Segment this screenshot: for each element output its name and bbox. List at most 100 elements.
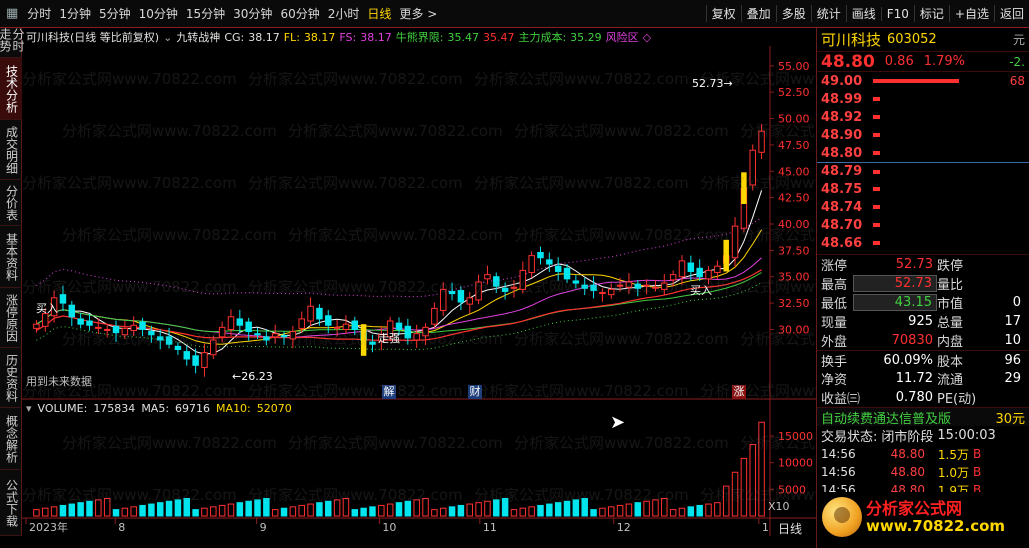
candle-body[interactable] (192, 355, 199, 366)
candle-body[interactable] (678, 260, 686, 278)
volume-bar[interactable] (271, 509, 279, 517)
candle-body[interactable] (643, 284, 650, 287)
candle-body[interactable] (271, 333, 279, 338)
tab-2hour[interactable]: 2小时 (325, 5, 363, 22)
volume-bar[interactable] (77, 502, 84, 517)
candle-body[interactable] (333, 326, 341, 329)
volume-bar[interactable] (395, 502, 403, 517)
volume-bar[interactable] (475, 502, 482, 517)
candle-body[interactable] (68, 304, 76, 318)
volume-bar[interactable] (280, 507, 288, 517)
volume-bar[interactable] (466, 503, 473, 517)
nav-formula-download[interactable]: 公式下载 (0, 470, 22, 536)
volume-bar[interactable] (139, 504, 146, 517)
tab-more[interactable]: 更多 > (396, 5, 440, 22)
volume-bar[interactable] (68, 503, 76, 517)
candle-body[interactable] (484, 274, 491, 280)
candle-body[interactable] (634, 283, 642, 289)
nav-fenshi-trend[interactable]: 分时走势 (0, 28, 25, 58)
candle-body[interactable] (466, 297, 473, 305)
volume-bar[interactable] (404, 500, 412, 517)
volume-bar[interactable] (740, 457, 748, 517)
period-label[interactable]: 日线 (778, 520, 802, 537)
volume-bar[interactable] (103, 498, 111, 517)
nav-technical-analysis[interactable]: 技术分析 (0, 58, 22, 120)
volume-bar[interactable] (652, 499, 659, 517)
candle-body[interactable] (581, 284, 588, 289)
volume-bar[interactable] (227, 503, 235, 517)
candle-body[interactable] (590, 284, 597, 291)
volume-bar[interactable] (519, 507, 527, 517)
volume-bar[interactable] (254, 499, 261, 517)
candle-body[interactable] (263, 336, 270, 341)
candle-body[interactable] (33, 323, 40, 329)
candle-body[interactable] (254, 333, 261, 336)
candle-body[interactable] (298, 318, 305, 329)
volume-bar[interactable] (121, 507, 129, 517)
overlay-button[interactable]: 叠加 (740, 5, 776, 22)
nav-price-table[interactable]: 分价表 (0, 180, 22, 226)
candle-body[interactable] (316, 307, 323, 320)
volume-bar[interactable] (607, 506, 615, 517)
volume-bar[interactable] (174, 499, 182, 517)
volume-bar[interactable] (758, 421, 765, 517)
volume-bar[interactable] (130, 506, 137, 517)
candle-body[interactable] (493, 276, 500, 287)
candle-body[interactable] (236, 318, 244, 326)
candle-body[interactable] (342, 323, 350, 330)
volume-bar[interactable] (599, 507, 606, 517)
nav-concept[interactable]: 概念解析 (0, 408, 22, 470)
volume-bar[interactable] (333, 499, 341, 517)
f10-button[interactable]: F10 (880, 6, 914, 21)
volume-bar[interactable] (722, 485, 730, 517)
volume-bar[interactable] (386, 503, 394, 517)
candle-body[interactable] (625, 281, 633, 288)
add-watchlist-button[interactable]: +自选 (948, 5, 994, 22)
candle-body[interactable] (130, 324, 137, 332)
candle-body[interactable] (501, 287, 509, 292)
volume-bar[interactable] (731, 471, 739, 517)
orderbook-row[interactable]: 48.92 (817, 108, 1029, 126)
volume-bar[interactable] (669, 509, 677, 517)
candle-body[interactable] (705, 269, 712, 280)
volume-bar[interactable] (165, 500, 173, 517)
volume-bar[interactable] (95, 499, 102, 517)
multi-stock-button[interactable]: 多股 (775, 5, 811, 22)
volume-bar[interactable] (112, 509, 120, 517)
volume-bar[interactable] (634, 502, 642, 517)
volume-bar[interactable] (192, 509, 199, 517)
volume-bar[interactable] (572, 499, 580, 517)
volume-bar[interactable] (687, 506, 695, 517)
nav-limit-reason[interactable]: 涨停原因 (0, 288, 22, 348)
candle-body[interactable] (537, 251, 544, 259)
candle-body[interactable] (546, 259, 553, 265)
candle-body[interactable] (519, 269, 527, 290)
candle-body[interactable] (156, 336, 164, 341)
volume-bar[interactable] (528, 506, 535, 517)
orderbook-row[interactable]: 48.79 (817, 162, 1029, 180)
volume-bar[interactable] (625, 503, 633, 517)
volume-bar[interactable] (342, 498, 350, 517)
volume-bar[interactable] (307, 503, 314, 517)
volume-bar[interactable] (298, 504, 305, 517)
volume-bar[interactable] (581, 498, 588, 517)
candle-body[interactable] (687, 262, 695, 272)
candle-body[interactable] (307, 305, 314, 322)
candle-body[interactable] (475, 281, 482, 301)
volume-bar[interactable] (289, 506, 297, 517)
candle-body[interactable] (227, 316, 235, 330)
volume-bar[interactable] (448, 506, 456, 517)
volume-bar[interactable] (431, 509, 438, 517)
chevron-down-icon[interactable]: ⌄ (163, 31, 172, 44)
candle-body[interactable] (554, 265, 562, 272)
candle-body[interactable] (210, 339, 217, 356)
draw-line-button[interactable]: 画线 (845, 5, 881, 22)
volume-bar[interactable] (643, 500, 650, 517)
candle-body[interactable] (103, 328, 111, 331)
candle-body[interactable] (448, 290, 456, 295)
nav-trade-detail[interactable]: 成交明细 (0, 120, 22, 180)
candle-body[interactable] (201, 352, 208, 368)
candle-body[interactable] (714, 265, 721, 274)
volume-bar[interactable] (484, 500, 491, 517)
candle-body[interactable] (563, 267, 571, 280)
